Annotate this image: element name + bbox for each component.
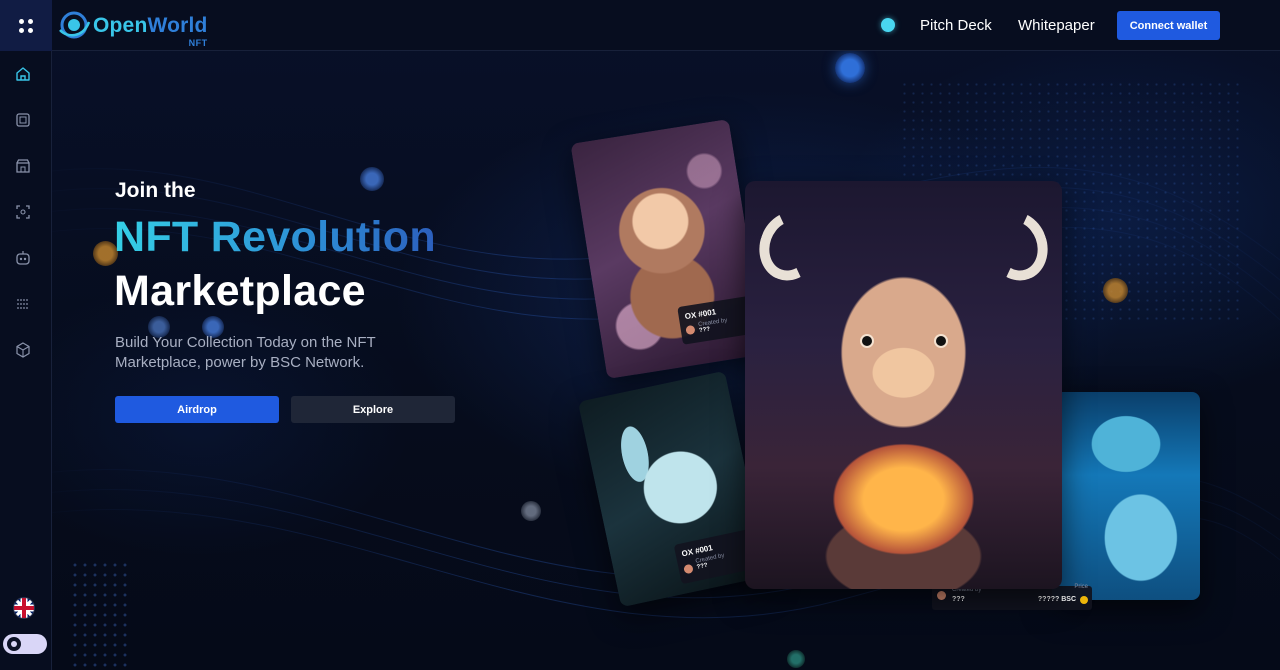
focus-icon[interactable] <box>14 203 32 221</box>
ox-horn <box>976 202 1058 290</box>
ox-eye <box>862 336 872 346</box>
logo-text-world: World <box>147 13 208 37</box>
uk-flag-icon[interactable] <box>13 597 35 619</box>
store-icon[interactable] <box>14 157 32 175</box>
theme-toggle[interactable] <box>3 634 47 654</box>
bot-icon[interactable] <box>14 249 32 267</box>
hero-line-1: Join the <box>115 179 196 202</box>
home-icon[interactable] <box>14 65 32 83</box>
creator-name: ??? <box>952 596 965 603</box>
grid-dots-icon[interactable] <box>14 295 32 313</box>
ox-eye <box>936 336 946 346</box>
floating-coin-icon <box>835 53 865 83</box>
floating-coin-icon <box>787 650 805 668</box>
explore-button[interactable]: Explore <box>291 396 455 423</box>
ox-horn <box>749 202 831 290</box>
price-label: Price <box>1074 584 1088 590</box>
sidebar <box>0 51 52 670</box>
hero-line-2: NFT Revolution <box>114 213 436 261</box>
logo-globe-icon <box>59 11 91 39</box>
frame-icon[interactable] <box>14 111 32 129</box>
floating-coin-icon <box>360 167 384 191</box>
creator-avatar <box>685 324 696 336</box>
price-value: ????? BSC <box>1037 596 1076 603</box>
status-dot-icon <box>881 18 895 32</box>
floating-coin-icon <box>1103 278 1128 303</box>
connect-wallet-button[interactable]: Connect wallet <box>1117 11 1220 40</box>
cube-icon[interactable] <box>14 341 32 359</box>
creator-avatar <box>937 591 946 600</box>
hero-line-3: Marketplace <box>114 267 366 315</box>
top-header: OpenWorld NFT Pitch Deck Whitepaper Conn… <box>0 0 1280 51</box>
floating-coin-icon <box>521 501 541 521</box>
nft-price-box: Created by ??? Price ????? BSC <box>932 584 1092 610</box>
nav-whitepaper[interactable]: Whitepaper <box>1018 17 1095 34</box>
dot-matrix <box>70 560 130 670</box>
hero-subtitle: Build Your Collection Today on the NFT M… <box>115 334 376 371</box>
airdrop-button[interactable]: Airdrop <box>115 396 279 423</box>
nft-card-ox-featured[interactable] <box>745 181 1062 589</box>
logo-subtext: NFT <box>188 37 208 48</box>
nft-card-snake[interactable] <box>1052 392 1200 600</box>
logo[interactable]: OpenWorld NFT <box>57 6 208 47</box>
moon-icon <box>7 637 21 651</box>
nav-pitch-deck[interactable]: Pitch Deck <box>920 17 992 34</box>
creator-avatar <box>683 563 694 575</box>
bsc-coin-icon <box>1080 596 1088 604</box>
logo-text-open: Open <box>93 13 148 37</box>
menu-grid-icon[interactable] <box>0 0 52 51</box>
